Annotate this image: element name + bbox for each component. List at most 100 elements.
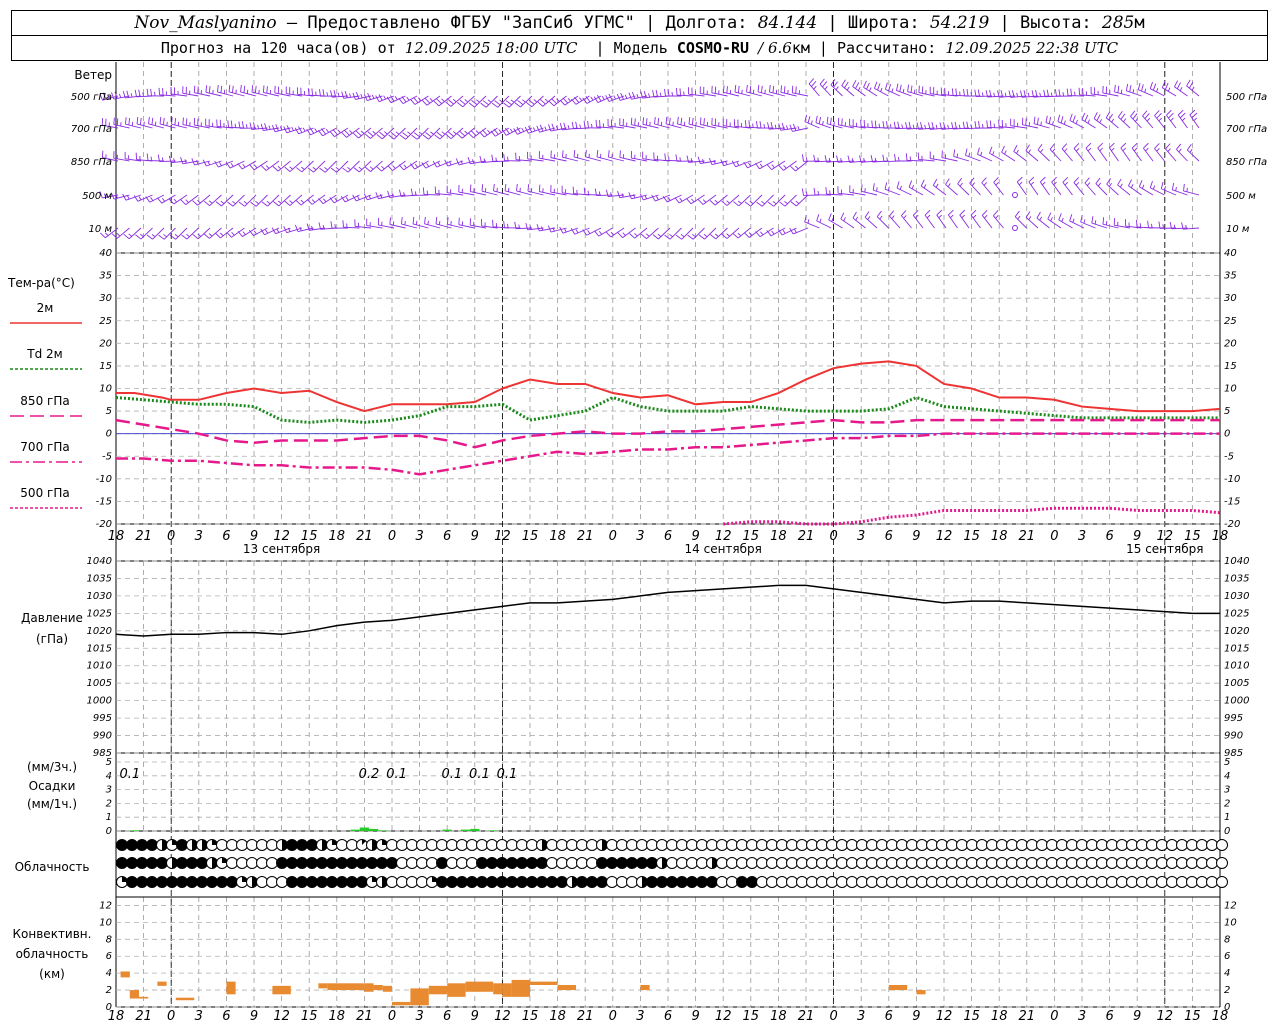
wind-barb-staff bbox=[1025, 216, 1039, 229]
wind-barb-feather bbox=[1179, 112, 1186, 119]
cloud-symbol bbox=[616, 876, 628, 888]
wind-barb-feather bbox=[972, 214, 977, 219]
cloud-symbol bbox=[336, 857, 348, 869]
cloud-symbol bbox=[1006, 857, 1018, 869]
cloud-symbol bbox=[306, 857, 318, 869]
cloud-symbol bbox=[826, 857, 838, 869]
cloud-circle bbox=[796, 839, 808, 851]
cloud-symbol bbox=[1126, 857, 1138, 869]
y-tick-label-right: 995 bbox=[1224, 713, 1243, 724]
legend-label: Td 2м bbox=[26, 347, 62, 361]
wind-barb-feather bbox=[888, 83, 892, 91]
cloud-symbol bbox=[246, 839, 258, 851]
cloud-symbol bbox=[406, 857, 418, 869]
cloud-symbol bbox=[1076, 857, 1088, 869]
cloud-symbol bbox=[1016, 839, 1028, 851]
wind-barb-feather bbox=[332, 129, 338, 136]
cloud-symbol bbox=[1116, 839, 1128, 851]
convective-bar bbox=[272, 985, 291, 995]
cloud-circle bbox=[1126, 876, 1138, 888]
cloud-symbol bbox=[936, 839, 948, 851]
wind-barb-feather bbox=[289, 166, 293, 170]
cloud-symbol bbox=[386, 857, 398, 869]
wind-barb-feather bbox=[855, 82, 860, 89]
wind-barb-feather bbox=[686, 198, 692, 205]
cloud-symbol bbox=[796, 876, 808, 888]
wind-barb-staff bbox=[1013, 151, 1027, 162]
cloud-circle bbox=[446, 839, 458, 851]
cloud-circle bbox=[276, 857, 288, 869]
wind-barb-feather bbox=[880, 87, 883, 92]
convective-bar bbox=[410, 988, 429, 1006]
temp-title: Тем-ра(°С) bbox=[7, 276, 75, 290]
wind-barb-feather bbox=[815, 115, 818, 123]
wind-barb-feather bbox=[1181, 117, 1186, 122]
wind-barb-feather bbox=[811, 80, 817, 87]
cloud-symbol bbox=[766, 876, 778, 888]
cloud-symbol bbox=[936, 876, 948, 888]
cloud-circle bbox=[756, 839, 768, 851]
cloud-circle bbox=[546, 839, 558, 851]
cloud-circle bbox=[1096, 876, 1108, 888]
cloud-symbol bbox=[316, 839, 328, 851]
wind-barb-feather bbox=[230, 162, 234, 167]
wind-barb-feather bbox=[1084, 114, 1089, 122]
wind-barb-feather bbox=[1106, 178, 1112, 185]
wind-barb-feather bbox=[559, 99, 566, 106]
wind-barb-feather bbox=[148, 116, 150, 124]
x-tick-label: 21 bbox=[798, 529, 815, 544]
cloud-circle bbox=[1116, 876, 1128, 888]
cloud-symbol bbox=[456, 857, 468, 869]
cloud-symbol bbox=[556, 839, 568, 851]
wind-barb-staff bbox=[1036, 217, 1050, 229]
wind-barb-feather bbox=[652, 234, 659, 240]
wind-barb-feather bbox=[116, 233, 121, 237]
wind-barb-feather bbox=[690, 158, 693, 163]
cloud-circle bbox=[1006, 876, 1018, 888]
cloud-symbol bbox=[906, 857, 918, 869]
wind-barb-staff bbox=[1084, 182, 1096, 196]
wind-barb-feather bbox=[668, 117, 671, 125]
cloud-symbol bbox=[956, 876, 968, 888]
model-res: / 6.6 bbox=[758, 39, 792, 57]
cloud-circle bbox=[676, 839, 688, 851]
cloud-symbol bbox=[566, 876, 578, 888]
cloud-symbol bbox=[346, 857, 358, 869]
wind-barb-staff bbox=[622, 227, 636, 238]
y-tick-label-left: 5 bbox=[106, 406, 112, 417]
y-tick-label-left: 3 bbox=[106, 785, 112, 796]
precip-unit-1h: (мм/1ч.) bbox=[27, 797, 77, 811]
cloud-circle bbox=[996, 839, 1008, 851]
wind-barb-feather bbox=[863, 80, 867, 88]
x-tick-label-bottom: 15 bbox=[1184, 1009, 1201, 1024]
wind-barb-staff bbox=[690, 194, 705, 205]
cloud-circle bbox=[596, 857, 608, 869]
y-tick-label-left: 15 bbox=[99, 361, 112, 372]
wind-barb-feather bbox=[1039, 92, 1042, 97]
wind-barb-feather bbox=[1016, 176, 1023, 183]
wind-barb-feather bbox=[782, 229, 786, 234]
wind-barb-feather bbox=[504, 183, 507, 191]
wind-barb-feather bbox=[953, 149, 956, 157]
wind-barb-feather bbox=[241, 121, 244, 129]
convective-bar bbox=[428, 985, 448, 995]
wind-barb-feather bbox=[869, 87, 872, 92]
wind-barb-feather bbox=[808, 78, 815, 85]
y-tick-label-left: 40 bbox=[99, 248, 112, 259]
wind-barb-feather bbox=[932, 178, 938, 186]
cloud-symbol bbox=[816, 876, 828, 888]
cloud-circle bbox=[866, 839, 878, 851]
wind-barb-feather bbox=[456, 133, 463, 139]
wind-title: Ветер bbox=[74, 68, 112, 82]
cloud-circle bbox=[776, 857, 788, 869]
wind-barb-feather bbox=[150, 197, 154, 201]
wind-barb-feather bbox=[215, 232, 221, 239]
wind-barb-feather bbox=[968, 152, 971, 157]
cloud-circle bbox=[476, 876, 488, 888]
x-tick-label-bottom: 15 bbox=[743, 1009, 760, 1024]
wind-barb-feather bbox=[220, 200, 225, 204]
wind-barb-staff bbox=[896, 187, 912, 196]
cloud-symbol bbox=[366, 857, 378, 869]
wind-barb-feather bbox=[951, 88, 954, 96]
wind-barb-feather bbox=[324, 167, 328, 171]
